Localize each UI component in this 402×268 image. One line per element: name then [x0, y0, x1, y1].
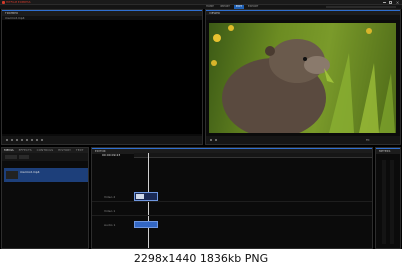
- media-list-item[interactable]: marmot.mp4: [4, 168, 88, 182]
- new-button[interactable]: [19, 155, 29, 159]
- play-icon[interactable]: [6, 139, 8, 141]
- app-logo-icon: [2, 1, 5, 4]
- viewer-play-icon[interactable]: [210, 139, 212, 141]
- clip-thumbnail: [136, 194, 144, 199]
- timecode[interactable]: 00:00:09:23: [102, 153, 120, 158]
- menu-right-controls[interactable]: [326, 6, 396, 8]
- track-row-audio-1: Audio 1: [92, 220, 372, 230]
- tab-controls[interactable]: CONTROLS: [35, 148, 56, 152]
- viewer-step-icon[interactable]: [215, 139, 217, 141]
- out-point-icon[interactable]: [31, 139, 33, 141]
- viewer-preview-image[interactable]: [209, 23, 396, 133]
- time-ruler[interactable]: [134, 153, 372, 158]
- minimize-icon[interactable]: [383, 2, 386, 3]
- viewer-transport: Fit: [206, 136, 400, 144]
- marmot-photo: [211, 25, 395, 133]
- loop-icon[interactable]: [21, 139, 23, 141]
- tab-text[interactable]: TEXT: [74, 148, 86, 152]
- tab-media[interactable]: MEDIA: [2, 148, 16, 152]
- tab-history[interactable]: HISTORY: [56, 148, 73, 152]
- viewer-zoom[interactable]: Fit: [366, 138, 370, 142]
- media-item-name: marmot.mp4: [20, 170, 40, 174]
- track-row-video-1: Video 1: [92, 206, 372, 216]
- track-label: Video 2: [104, 195, 116, 199]
- track-label: Audio 1: [104, 223, 116, 227]
- media-panel: MEDIA EFFECTS CONTROLS HISTORY TEXT marm…: [1, 147, 89, 249]
- timeline-panel: EDITOR 00:00:09:23 Video 2 Video 1 Audio…: [91, 147, 373, 249]
- image-caption-bar: 2298x1440 1836kb PNG: [0, 249, 402, 268]
- track-row-video-2: Video 2: [92, 192, 372, 202]
- step-forward-icon[interactable]: [16, 139, 18, 141]
- insert-icon[interactable]: [36, 139, 38, 141]
- video-clip[interactable]: [134, 192, 158, 201]
- media-toolbar: [2, 153, 88, 161]
- import-button[interactable]: [5, 155, 17, 159]
- track-label: Video 1: [104, 209, 116, 213]
- audio-clip[interactable]: [134, 221, 158, 228]
- viewer-panel: VIEWER Fit: [205, 9, 401, 145]
- tab-effects[interactable]: EFFECTS: [17, 148, 34, 152]
- audio-meter-left: [382, 160, 386, 244]
- meters-panel: METERS: [375, 147, 401, 249]
- step-back-icon[interactable]: [11, 139, 13, 141]
- trimmer-panel: TRIMMER marmot.mp4: [1, 9, 203, 145]
- audio-meter-right: [390, 160, 394, 244]
- in-point-icon[interactable]: [26, 139, 28, 141]
- viewer-toolbar: [206, 15, 400, 20]
- trimmer-preview[interactable]: [2, 20, 202, 134]
- overlay-icon[interactable]: [41, 139, 43, 141]
- trimmer-transport: [2, 136, 202, 144]
- maximize-icon[interactable]: [389, 1, 392, 4]
- image-caption: 2298x1440 1836kb PNG: [133, 252, 269, 265]
- meters-tab[interactable]: METERS: [376, 148, 400, 154]
- media-thumbnail: [6, 171, 18, 179]
